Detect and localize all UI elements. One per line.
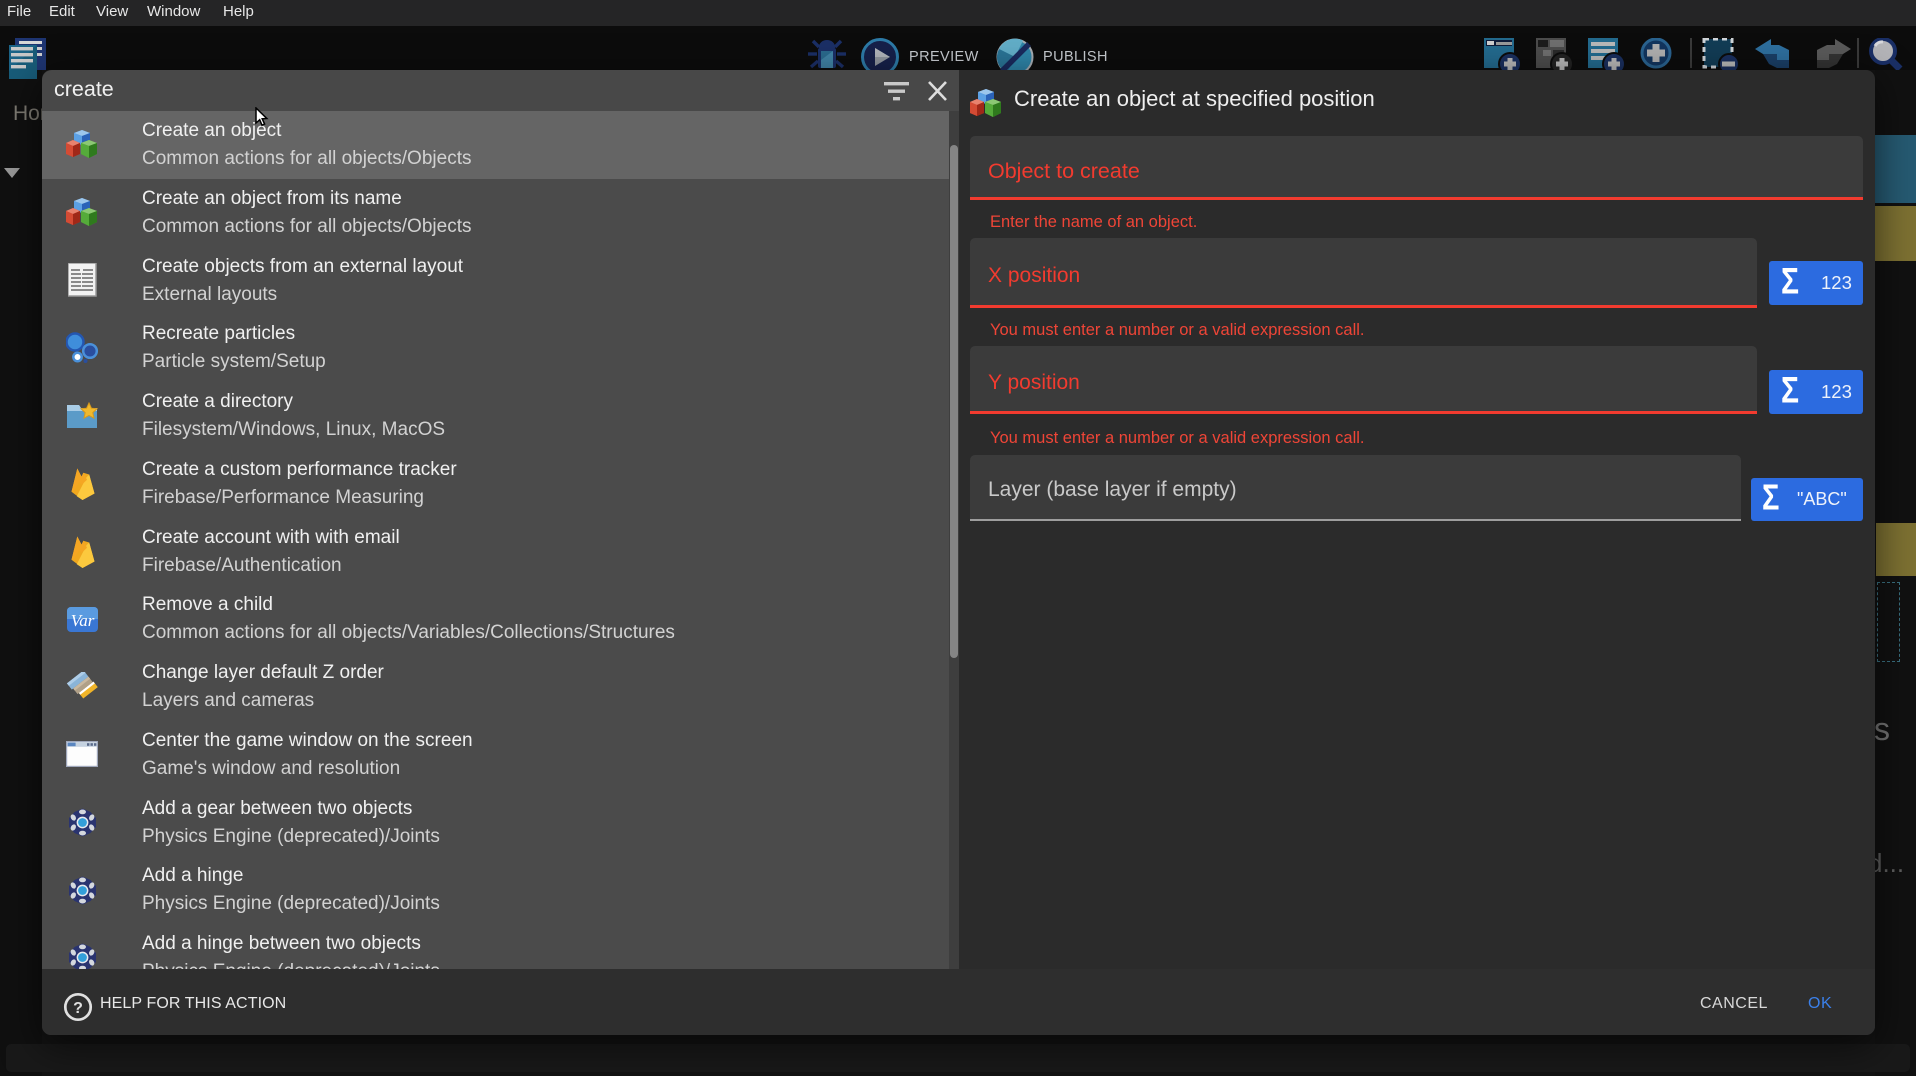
svg-text:?: ? [73, 1000, 83, 1017]
